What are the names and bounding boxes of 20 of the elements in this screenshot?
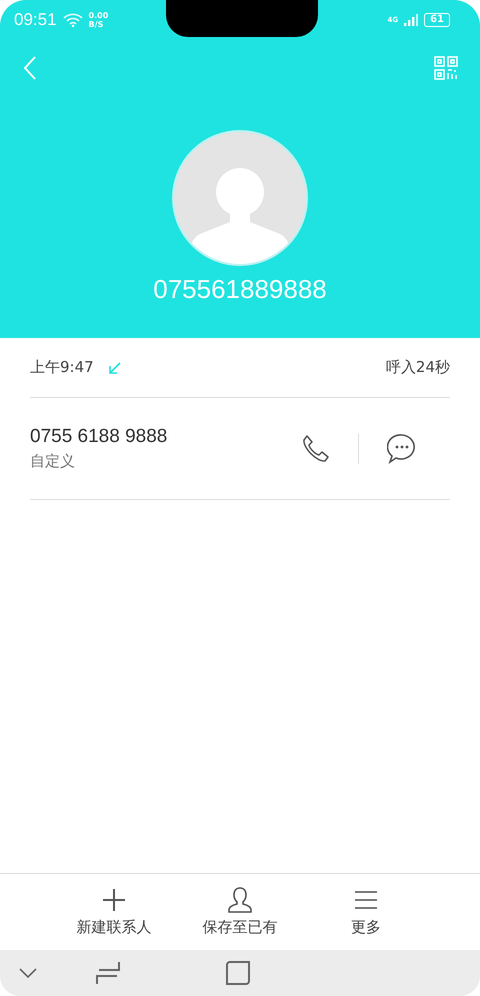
collapse-button[interactable] — [18, 967, 38, 979]
status-time: 09:51 — [14, 10, 57, 30]
signal-icon — [404, 13, 418, 27]
contact-number: 075561889888 — [153, 274, 327, 305]
network-speed-value: 0.00 — [88, 11, 108, 20]
action-button[interactable]: 更多 — [310, 874, 422, 950]
plus-icon — [101, 886, 127, 914]
message-button[interactable] — [387, 432, 417, 464]
network-speed-unit: B/S — [88, 20, 104, 29]
action-button[interactable]: 保存至已有 — [184, 874, 296, 950]
recent-apps-button[interactable] — [94, 960, 121, 986]
wifi-icon — [62, 13, 83, 27]
call-time: 上午9:47 — [30, 358, 94, 377]
person-icon — [227, 886, 253, 914]
call-duration: 呼入24秒 — [386, 358, 450, 377]
phone-label: 自定义 — [30, 452, 76, 471]
home-button[interactable] — [225, 960, 252, 986]
action-button[interactable]: 新建联系人 — [58, 874, 170, 950]
phone-number: 0755 6188 9888 — [30, 426, 168, 448]
battery-level: 61 — [424, 13, 450, 27]
